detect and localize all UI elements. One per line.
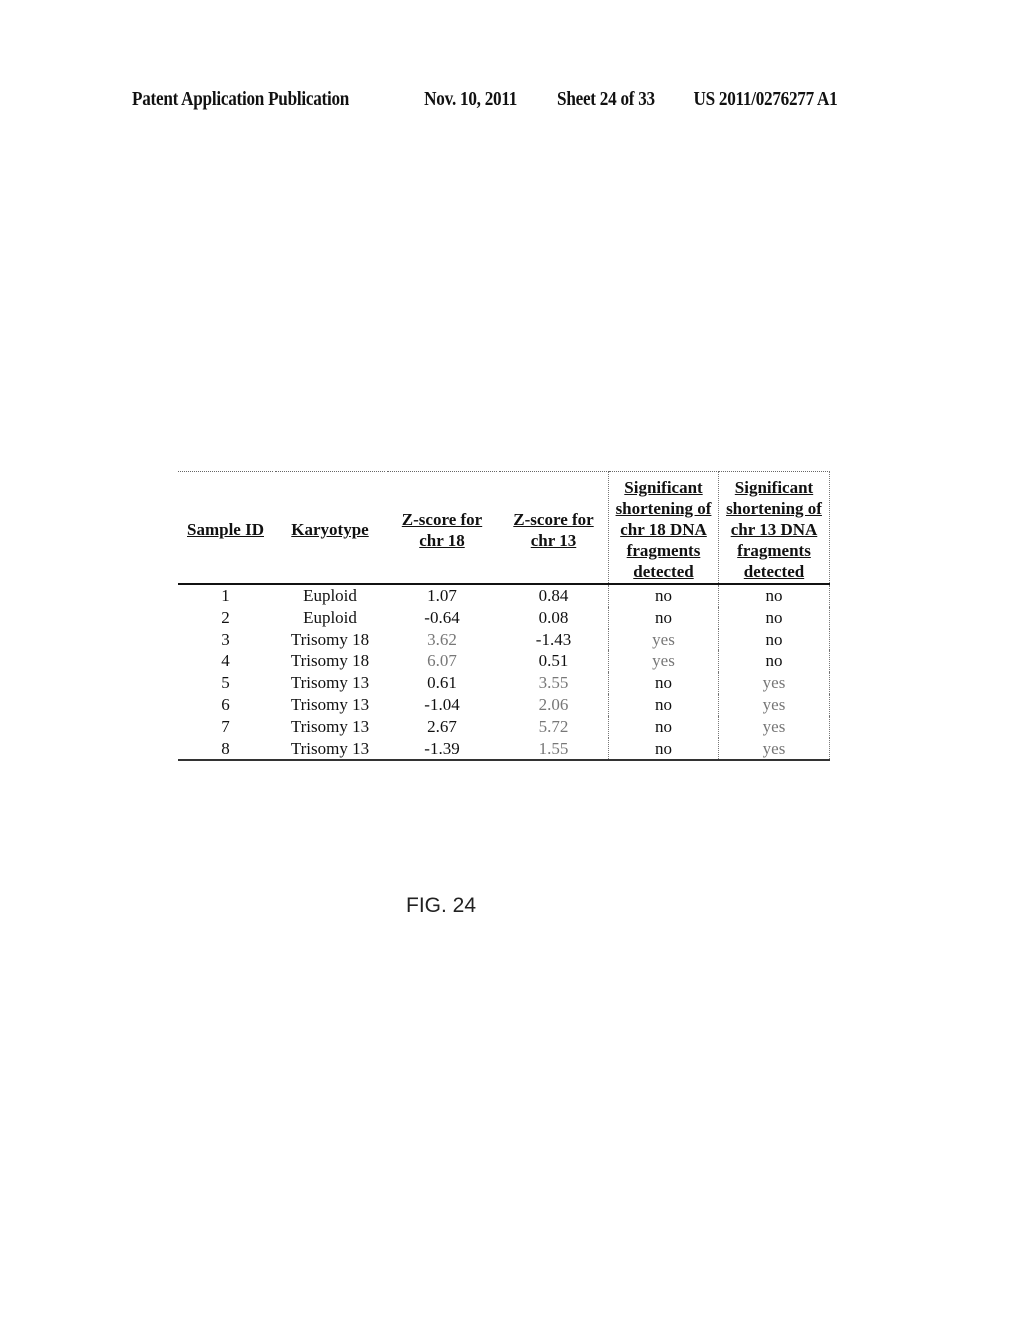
cell-zscore-chr18: -1.04 [385,693,498,716]
cell-zscore-chr18: -0.64 [385,606,498,629]
header-line: shortening of [726,499,822,518]
col-header-sample-id: Sample ID [178,471,274,585]
cell-karyotype: Trisomy 18 [273,628,386,651]
cell-zscore-chr18: 6.07 [385,650,498,673]
cell-shortening-chr18: no [608,693,719,716]
cell-sample-id: 3 [221,629,230,649]
cell-zscore-chr13: 0.84 [497,584,609,607]
figure-label: FIG. 24 [406,894,477,917]
cell-zscore-chr13: -1.43 [497,628,609,651]
header-line: chr 18 [419,530,465,550]
header-line: detected [633,562,694,581]
cell-zscore-chr13: 0.51 [497,650,609,673]
cell-sample-id: 2 [221,607,230,627]
header-line: chr 13 DNA [730,520,818,539]
cell-shortening-chr18: no [608,606,719,629]
cell-karyotype: Trisomy 13 [273,715,386,738]
cell-shortening-chr18: no [608,737,719,762]
cell-karyotype: Trisomy 13 [273,672,386,694]
cell-zscore-chr13: 5.72 [497,715,609,738]
publication-type: Patent Application Publication [132,89,350,110]
table-header-row: Sample ID Karyotype Z-score for chr 18 Z-… [178,471,830,585]
table-row: 2 Euploid -0.64 0.08 no no [178,606,830,629]
cell-zscore-chr13: 3.55 [497,672,609,694]
cell-sample-id: 6 [221,694,230,714]
cell-shortening-chr18: no [608,715,719,738]
cell-shortening-chr13: yes [718,737,830,762]
cell-shortening-chr18: no [608,672,719,694]
cell-shortening-chr18: yes [608,628,719,651]
col-header-karyotype: Karyotype [273,471,386,585]
cell-sample-id: 7 [221,716,230,736]
header-line: fragments [737,541,811,560]
table-row: 8 Trisomy 13 -1.39 1.55 no yes [178,737,830,762]
cell-shortening-chr13: no [718,650,830,673]
table-row: 3 Trisomy 18 3.62 -1.43 yes no [178,628,830,651]
cell-zscore-chr13: 1.55 [497,737,609,762]
col-header-zscore-chr13: Z-score for chr 13 [497,471,609,585]
cell-sample-id: 1 [221,586,230,605]
header-line: fragments [626,541,701,560]
header-line: Karyotype [291,520,369,539]
cell-karyotype: Trisomy 13 [273,693,386,716]
cell-zscore-chr18: 2.67 [385,715,498,738]
patent-number: US 2011/0276277 A1 [693,89,838,110]
cell-karyotype: Euploid [273,606,386,629]
header-line: Z-score for [401,509,483,529]
cell-shortening-chr18: no [608,584,719,607]
header-line: Z-score for [513,509,594,529]
table-row: 7 Trisomy 13 2.67 5.72 no yes [178,715,830,738]
cell-shortening-chr13: no [718,584,830,607]
cell-shortening-chr13: yes [718,693,830,716]
table-row: 1 Euploid 1.07 0.84 no no [178,584,830,607]
header-line: detected [743,562,805,581]
cell-zscore-chr18: 0.61 [385,672,498,694]
cell-karyotype: Trisomy 13 [273,737,386,762]
header-line: Significant [734,478,814,497]
cell-zscore-chr13: 2.06 [497,693,609,716]
cell-sample-id: 5 [221,673,230,693]
cell-sample-id: 8 [178,737,274,762]
cell-sample-id: 4 [221,651,230,671]
cell-shortening-chr13: no [718,606,830,629]
table-row: 6 Trisomy 13 -1.04 2.06 no yes [178,693,830,716]
results-table: Sample ID Karyotype Z-score for chr 18 Z-… [178,471,830,762]
col-header-shortening-chr18: Significant shortening of chr 18 DNA fragme… [608,471,719,585]
cell-zscore-chr13: 0.08 [497,606,609,629]
cell-zscore-chr18: -1.39 [385,737,498,762]
cell-shortening-chr13: no [718,628,830,651]
header-line: chr 18 DNA [620,520,707,539]
cell-shortening-chr18: yes [608,650,719,673]
col-header-shortening-chr13: Significant shortening of chr 13 DNA fragme… [718,471,830,585]
cell-karyotype: Trisomy 18 [273,650,386,673]
cell-shortening-chr13: yes [718,672,830,694]
cell-zscore-chr18: 1.07 [385,584,498,607]
col-header-zscore-chr18: Z-score for chr 18 [385,471,498,585]
publication-date: Nov. 10, 2011 [424,89,518,110]
table-row: 4 Trisomy 18 6.07 0.51 yes no [178,650,830,673]
cell-karyotype: Euploid [273,584,386,607]
sheet-number: Sheet 24 of 33 [557,89,655,110]
cell-shortening-chr13: yes [718,715,830,738]
header-line: Significant [624,478,703,497]
cell-zscore-chr18: 3.62 [385,628,498,651]
table-row: 5 Trisomy 13 0.61 3.55 no yes [178,672,830,694]
header-line: Sample ID [187,520,264,539]
header-line: shortening of [615,499,712,518]
header-line: chr 13 [530,530,577,550]
